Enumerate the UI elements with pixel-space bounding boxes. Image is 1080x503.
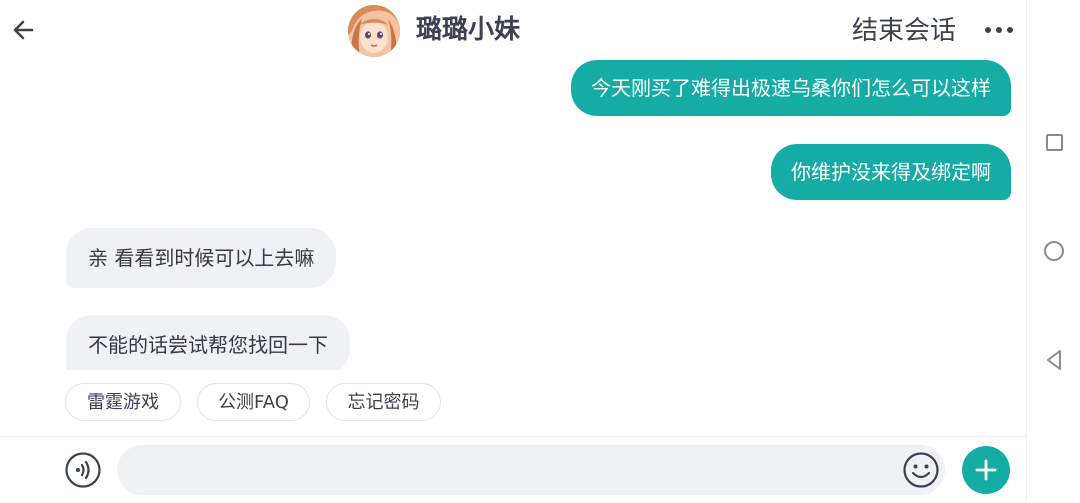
message-input[interactable] xyxy=(117,445,945,495)
smiley-icon[interactable] xyxy=(902,451,940,489)
quick-reply-chip[interactable]: 雷霆游戏 xyxy=(65,383,181,421)
home-button[interactable] xyxy=(1027,231,1080,271)
quick-reply-chip[interactable]: 忘记密码 xyxy=(326,383,441,421)
input-bar xyxy=(0,436,1026,503)
quick-reply-bar: 雷霆游戏 公测FAQ 忘记密码 xyxy=(0,370,1026,436)
system-nav-bar xyxy=(1026,0,1080,502)
avatar-illustration xyxy=(348,5,400,57)
message-list[interactable]: 今天刚买了难得出极速乌桑你们怎么可以这样 你维护没来得及绑定啊 亲 看看到时候可… xyxy=(0,60,1026,370)
avatar[interactable] xyxy=(348,5,400,57)
back-arrow-icon[interactable] xyxy=(10,16,38,44)
back-nav-button[interactable] xyxy=(1027,340,1080,380)
quick-reply-chip[interactable]: 公测FAQ xyxy=(197,383,310,421)
voice-icon[interactable] xyxy=(64,451,102,489)
chat-app: 璐璐小妹 结束会话 今天刚买了难得出极速乌桑你们怎么可以这样 你维护没来得及绑定… xyxy=(0,0,1026,503)
more-dots-icon[interactable] xyxy=(980,20,1020,40)
triangle-back-icon xyxy=(1047,350,1061,370)
message-bubble-outgoing[interactable]: 你维护没来得及绑定啊 xyxy=(771,144,1011,200)
square-icon xyxy=(1045,133,1063,151)
circle-icon xyxy=(1044,241,1064,261)
plus-icon xyxy=(975,459,997,481)
recents-button[interactable] xyxy=(1027,122,1080,162)
message-bubble-incoming[interactable]: 不能的话尝试帮您找回一下 xyxy=(66,315,350,370)
message-bubble-outgoing[interactable]: 今天刚买了难得出极速乌桑你们怎么可以这样 xyxy=(571,60,1011,116)
message-bubble-incoming[interactable]: 亲 看看到时候可以上去嘛 xyxy=(66,228,337,288)
chat-title: 璐璐小妹 xyxy=(416,15,521,45)
chat-header: 璐璐小妹 结束会话 xyxy=(0,0,1026,61)
plus-button[interactable] xyxy=(962,446,1010,494)
end-chat-button[interactable]: 结束会话 xyxy=(852,14,956,48)
